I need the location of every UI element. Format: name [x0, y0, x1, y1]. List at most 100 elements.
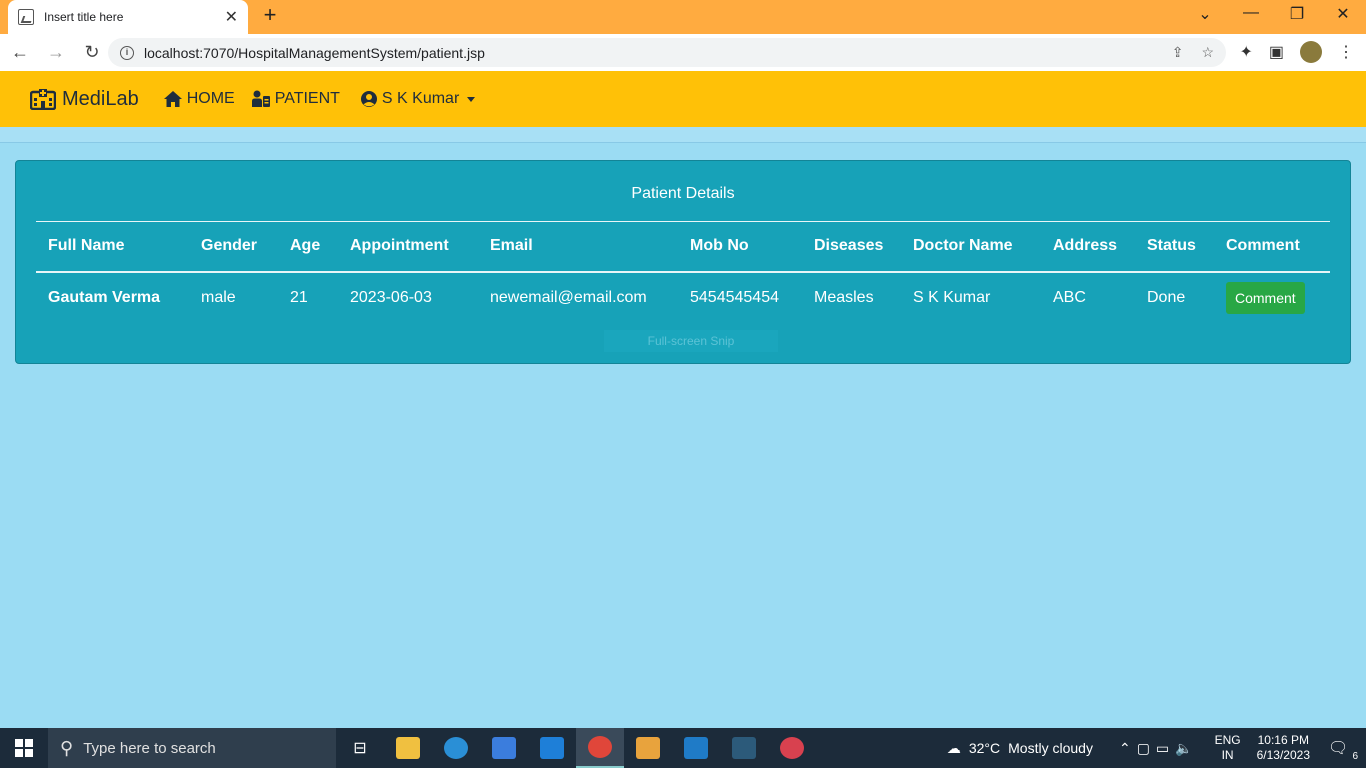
- notification-icon: 🗨: [1328, 740, 1349, 757]
- cube-app-icon: [636, 737, 660, 759]
- column-header: Diseases: [814, 237, 884, 255]
- search-placeholder: Type here to search: [83, 739, 216, 757]
- taskbar-mysql[interactable]: [720, 728, 768, 768]
- taskbar-chrome[interactable]: [576, 728, 624, 768]
- taskbar-file-explorer[interactable]: [384, 728, 432, 768]
- lang-region: IN: [1221, 748, 1234, 762]
- folder-icon: [396, 737, 420, 759]
- task-view-button[interactable]: ⊟: [336, 728, 384, 768]
- close-window-button[interactable]: ✕: [1320, 4, 1366, 26]
- cell-status: Done: [1147, 289, 1186, 306]
- column-header: Appointment: [350, 237, 449, 255]
- patient-table: Full Name Gender Age Appointment Email M…: [36, 221, 1330, 324]
- url-bar[interactable]: i localhost:7070/HospitalManagementSyste…: [108, 38, 1226, 67]
- taskbar-vscode[interactable]: [672, 728, 720, 768]
- column-header: Gender: [201, 237, 258, 255]
- brand-link[interactable]: MediLab: [30, 88, 139, 111]
- volume-icon[interactable]: 🔈: [1175, 740, 1198, 756]
- vscode-icon: [684, 737, 708, 759]
- cell-full-name: Gautam Verma: [48, 289, 161, 306]
- column-header: Email: [490, 237, 533, 255]
- lang-code: ENG: [1214, 733, 1241, 747]
- app-navbar: MediLab HOME PATIENT S K Kumar: [0, 71, 1366, 127]
- search-icon: ⚲: [60, 737, 74, 758]
- browser-tab[interactable]: Insert title here ✕: [8, 0, 248, 34]
- cell-comment: Comment: [1214, 272, 1330, 324]
- home-icon: [163, 91, 182, 107]
- clock[interactable]: 10:16 PM 6/13/2023: [1257, 733, 1310, 763]
- cell-address: ABC: [1053, 289, 1086, 306]
- chevron-down-icon: [467, 96, 476, 102]
- forward-button[interactable]: →: [40, 37, 72, 69]
- chevron-up-icon[interactable]: ⌃: [1119, 740, 1137, 756]
- patient-icon: [251, 90, 270, 107]
- column-header: Status: [1147, 237, 1196, 255]
- share-icon[interactable]: ⇪: [1172, 44, 1184, 61]
- taskbar-snipping-tool[interactable]: [768, 728, 816, 768]
- card-title: Patient Details: [631, 185, 735, 202]
- address-toolbar: ← → ↻ i localhost:7070/HospitalManagemen…: [0, 34, 1366, 71]
- cell-gender: male: [201, 289, 236, 306]
- column-header: Doctor Name: [913, 237, 1013, 255]
- notification-center-button[interactable]: 🗨 6: [1328, 738, 1358, 762]
- taskbar-search[interactable]: ⚲ Type here to search: [48, 728, 336, 768]
- navbar-divider: [0, 127, 1366, 143]
- nav-home-label: HOME: [186, 90, 235, 107]
- notification-count: 6: [1352, 751, 1358, 762]
- snip-tooltip: Full-screen Snip: [604, 330, 778, 352]
- hospital-icon: [30, 89, 56, 110]
- chrome-icon: [588, 736, 612, 758]
- taskbar-store[interactable]: [480, 728, 528, 768]
- meet-icon[interactable]: ▢: [1137, 740, 1156, 756]
- bookmark-star-icon[interactable]: ☆: [1201, 44, 1214, 61]
- cloudy-weather-icon: ☁: [946, 739, 961, 756]
- network-icon[interactable]: ▭: [1156, 740, 1175, 756]
- tray-icons[interactable]: ⌃▢▭🔈: [1119, 740, 1199, 757]
- cell-doctor: S K Kumar: [913, 289, 991, 306]
- language-indicator[interactable]: ENG IN: [1215, 733, 1241, 763]
- column-header: Full Name: [48, 237, 125, 255]
- system-tray: ☁ 32°C Mostly cloudy ⌃▢▭🔈 ENG IN 10:16 P…: [947, 728, 1366, 768]
- back-button[interactable]: ←: [4, 37, 36, 69]
- task-view-icon: ⊟: [353, 740, 367, 757]
- windows-logo-icon: [15, 739, 33, 757]
- cell-age: 21: [290, 289, 308, 306]
- extensions-puzzle-icon[interactable]: ✦: [1239, 42, 1252, 62]
- cell-email: newemail@email.com: [490, 289, 647, 306]
- windows-taskbar: ⚲ Type here to search ⊟ ☁ 32°C Mostly cl…: [0, 728, 1366, 768]
- column-header: Age: [290, 237, 321, 255]
- tab-search-chevron-icon[interactable]: ⌄: [1182, 4, 1228, 26]
- cell-mob-no: 5454545454: [690, 289, 779, 306]
- comment-button[interactable]: Comment: [1226, 282, 1305, 314]
- cell-diseases: Measles: [814, 289, 874, 306]
- minimize-button[interactable]: —: [1228, 4, 1274, 26]
- mysql-workbench-icon: [732, 737, 756, 759]
- profile-avatar[interactable]: [1300, 41, 1322, 63]
- weather-widget[interactable]: ☁ 32°C Mostly cloudy: [947, 740, 1093, 757]
- table-header-row: Full Name Gender Age Appointment Email M…: [36, 221, 1330, 272]
- user-circle-icon: [360, 91, 377, 107]
- taskbar-app-cube[interactable]: [624, 728, 672, 768]
- new-tab-button[interactable]: +: [258, 4, 282, 28]
- table-row: Gautam Verma male 21 2023-06-03 newemail…: [36, 272, 1330, 324]
- nav-home[interactable]: HOME: [163, 90, 235, 108]
- restore-button[interactable]: ❐: [1274, 4, 1320, 26]
- tab-title: Insert title here: [44, 10, 124, 24]
- nav-patient[interactable]: PATIENT: [251, 90, 340, 108]
- clock-time: 10:16 PM: [1257, 733, 1309, 747]
- url-text[interactable]: localhost:7070/HospitalManagementSystem/…: [144, 45, 485, 61]
- taskbar-mail[interactable]: [528, 728, 576, 768]
- store-icon: [492, 737, 516, 759]
- start-button[interactable]: [0, 728, 48, 768]
- site-info-icon[interactable]: i: [120, 45, 134, 60]
- side-panel-icon[interactable]: ▣: [1269, 42, 1284, 62]
- reload-button[interactable]: ↻: [76, 37, 108, 69]
- weather-text: Mostly cloudy: [1008, 740, 1093, 756]
- column-header: Comment: [1226, 237, 1300, 255]
- weather-temp: 32°C: [968, 740, 1001, 756]
- user-dropdown[interactable]: S K Kumar: [360, 90, 476, 108]
- cell-appointment: 2023-06-03: [350, 289, 432, 306]
- taskbar-edge[interactable]: [432, 728, 480, 768]
- close-tab-icon[interactable]: ✕: [225, 7, 238, 27]
- browser-menu-icon[interactable]: ⋮: [1338, 42, 1354, 62]
